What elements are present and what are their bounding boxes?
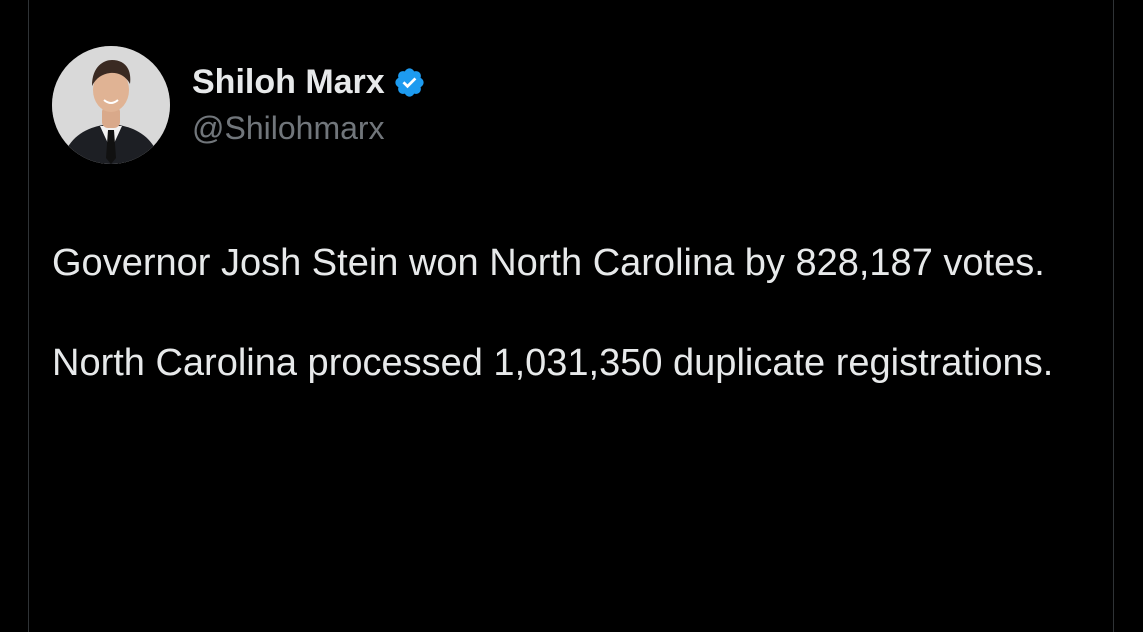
display-name-row: Shiloh Marx	[192, 62, 426, 102]
verified-badge-icon[interactable]	[393, 66, 426, 99]
tweet-text: Governor Josh Stein won North Carolina b…	[52, 238, 1102, 388]
display-name[interactable]: Shiloh Marx	[192, 62, 385, 102]
tweet-header: Shiloh Marx @Shilohmarx	[52, 46, 426, 164]
author-handle[interactable]: @Shilohmarx	[192, 108, 426, 148]
tweet-paragraph: North Carolina processed 1,031,350 dupli…	[52, 342, 1054, 384]
tweet-paragraph: Governor Josh Stein won North Carolina b…	[52, 242, 1045, 284]
author-names: Shiloh Marx @Shilohmarx	[192, 62, 426, 148]
avatar-photo	[52, 46, 170, 164]
avatar[interactable]	[52, 46, 170, 164]
